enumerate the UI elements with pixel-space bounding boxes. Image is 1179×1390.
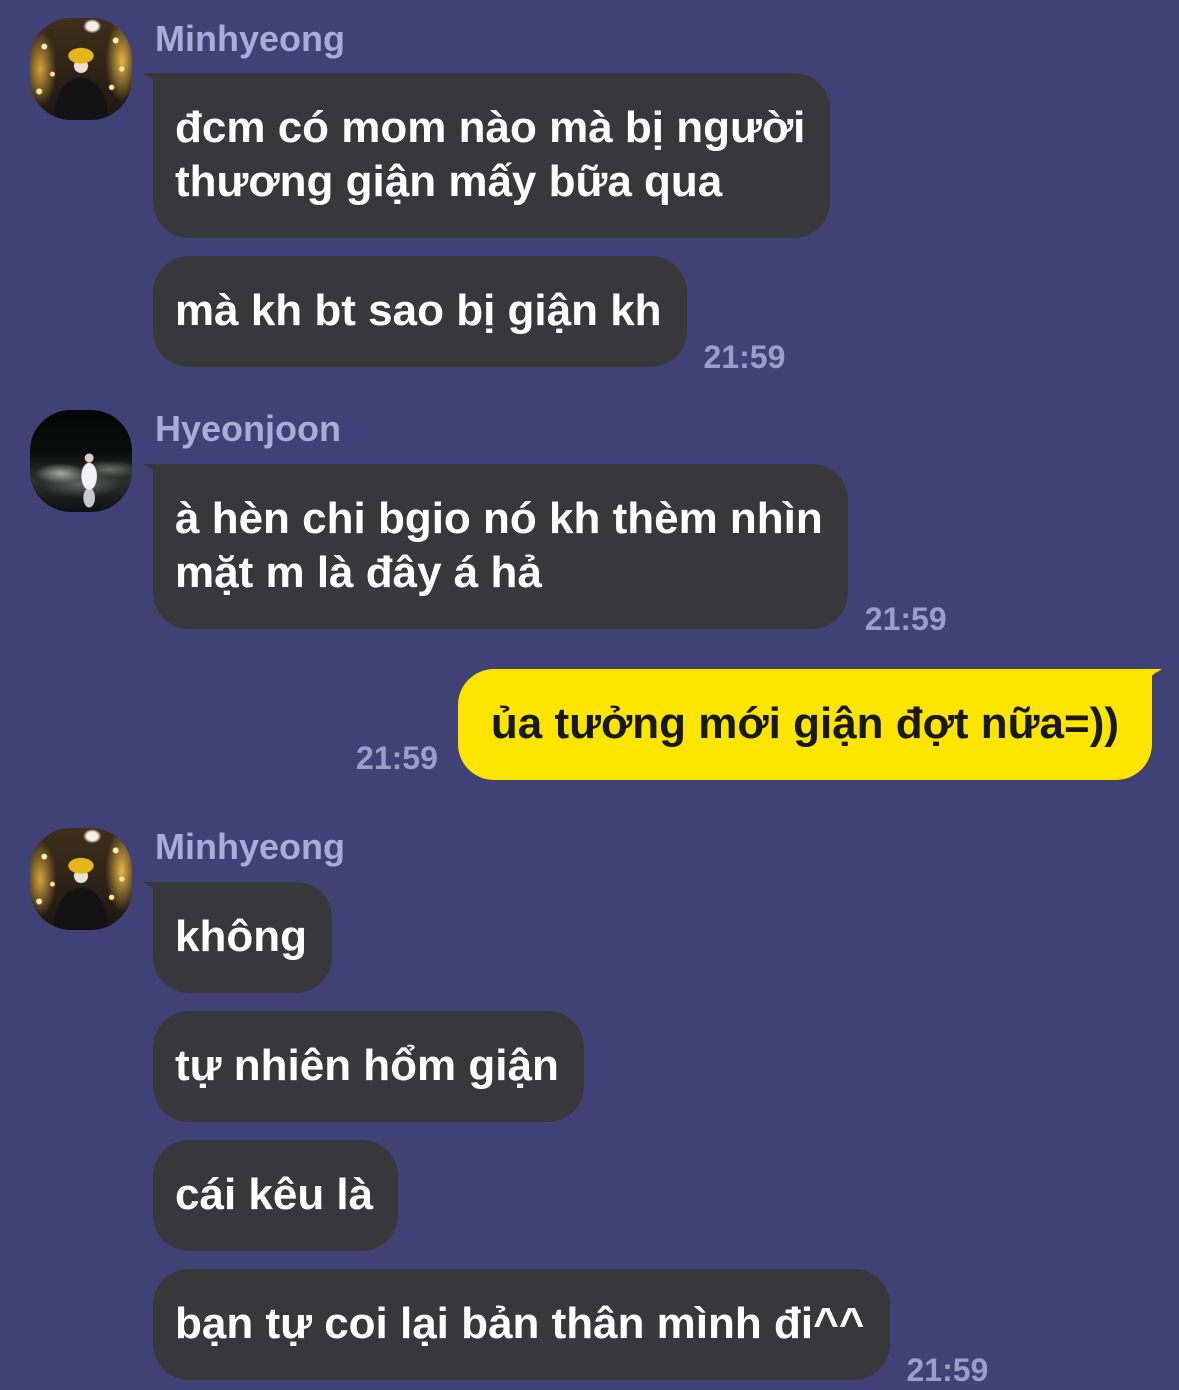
message-text: tự nhiên hổm giận <box>175 1041 559 1090</box>
sender-name: Minhyeong <box>155 18 345 59</box>
message-row: cái kêu là <box>153 1140 399 1251</box>
sender-avatar[interactable] <box>30 18 132 120</box>
message-text: thương giận mấy bữa qua <box>175 157 723 206</box>
message-timestamp: 21:59 <box>356 740 438 776</box>
message-text: mặt m là đây á hả <box>175 548 542 597</box>
message-bubble[interactable]: cái kêu là <box>153 1140 399 1251</box>
message-row: mà kh bt sao bị giận kh 21:59 <box>153 256 785 373</box>
message-list[interactable]: Minhyeong đcm có mom nào mà bị người thư… <box>0 0 1179 1390</box>
message-bubble[interactable]: à hèn chi bgio nó kh thèm nhìn mặt m là … <box>153 464 848 629</box>
message-timestamp: 21:59 <box>906 1352 989 1388</box>
message-row-outgoing: ủa tưởng mới giận đợt nữa=)) 21:59 <box>356 669 1152 780</box>
message-text: à hèn chi bgio nó kh thèm nhìn <box>175 494 823 543</box>
message-bubble[interactable]: bạn tự coi lại bản thân mình đi^^ <box>153 1269 890 1380</box>
message-row: à hèn chi bgio nó kh thèm nhìn mặt m là … <box>153 464 947 635</box>
sender-avatar[interactable] <box>30 410 132 512</box>
chat-room: Minhyeong đcm có mom nào mà bị người thư… <box>0 0 1179 1390</box>
message-bubble-outgoing[interactable]: ủa tưởng mới giận đợt nữa=)) <box>457 669 1152 780</box>
message-bubble[interactable]: tự nhiên hổm giận <box>153 1011 584 1122</box>
message-row: không <box>153 882 332 993</box>
message-bubble[interactable]: không <box>153 882 332 993</box>
message-text: không <box>175 912 307 961</box>
message-bubble[interactable]: mà kh bt sao bị giận kh <box>153 256 687 367</box>
message-timestamp: 21:59 <box>864 601 947 637</box>
message-row: tự nhiên hổm giận <box>153 1011 584 1122</box>
message-text: đcm có mom nào mà bị người <box>175 103 806 152</box>
message-row: đcm có mom nào mà bị người thương giận m… <box>153 73 831 238</box>
message-timestamp: 21:59 <box>703 339 786 375</box>
message-bubble[interactable]: đcm có mom nào mà bị người thương giận m… <box>153 73 831 238</box>
sender-name: Minhyeong <box>155 826 345 867</box>
message-text: mà kh bt sao bị giận kh <box>175 286 662 335</box>
message-row: bạn tự coi lại bản thân mình đi^^ 21:59 <box>153 1269 988 1386</box>
message-text: cái kêu là <box>175 1170 374 1219</box>
message-text: ủa tưởng mới giận đợt nữa=)) <box>490 699 1119 748</box>
sender-avatar[interactable] <box>30 828 132 930</box>
sender-name: Hyeonjoon <box>155 408 341 449</box>
message-text: bạn tự coi lại bản thân mình đi^^ <box>175 1299 865 1348</box>
